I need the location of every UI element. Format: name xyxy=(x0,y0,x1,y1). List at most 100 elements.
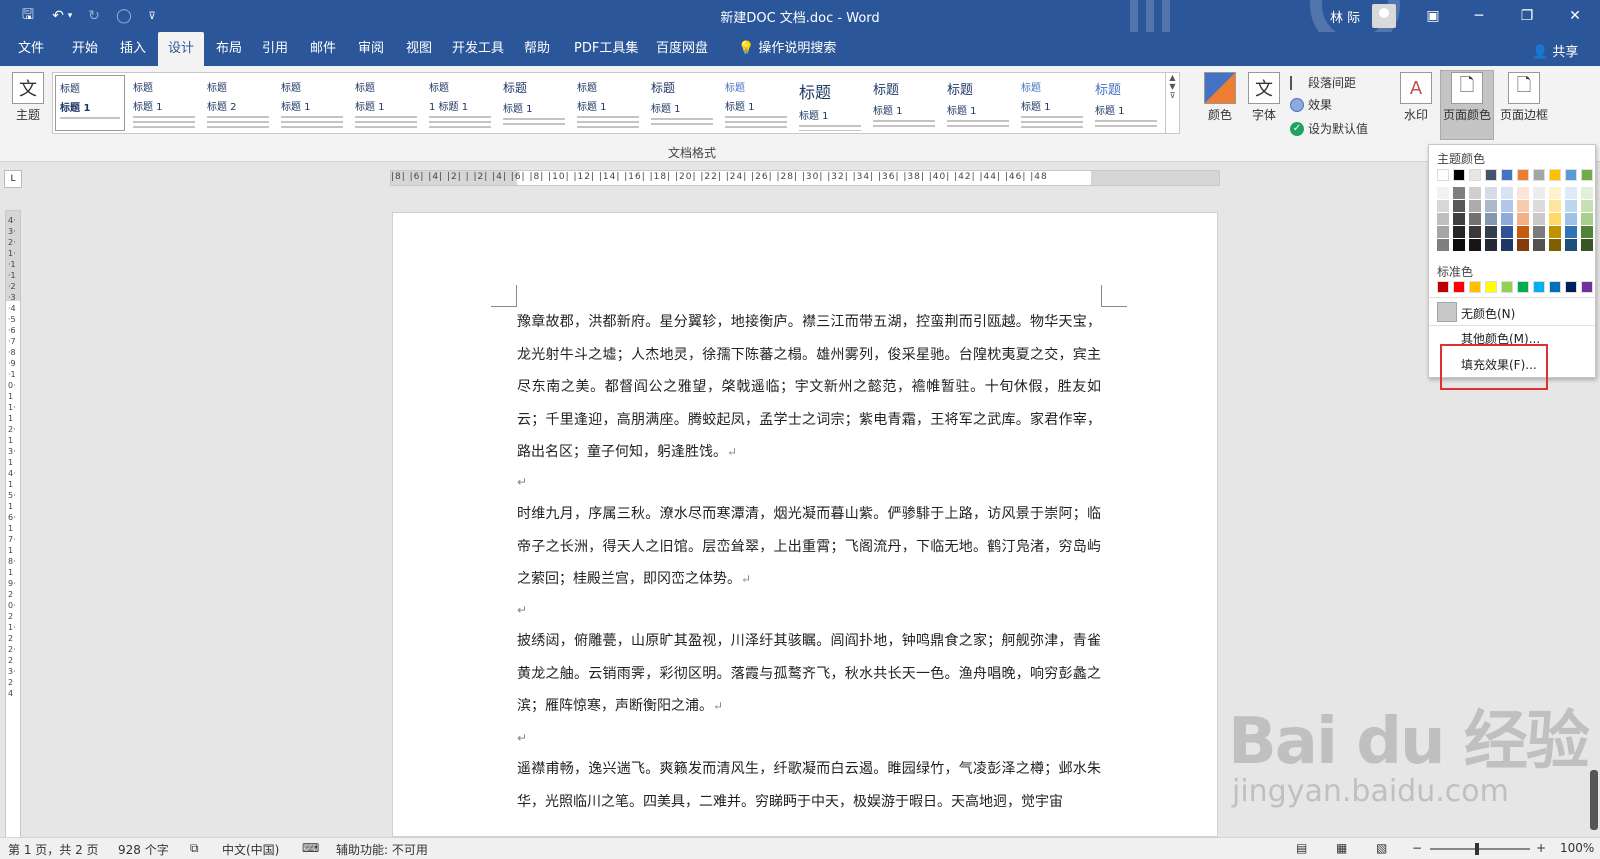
theme-shade-swatch[interactable] xyxy=(1533,200,1545,212)
theme-shade-swatch[interactable] xyxy=(1517,187,1529,199)
user-name[interactable]: 林 际 xyxy=(1330,7,1360,26)
vertical-ruler[interactable]: 4·3·2·1··1·1·2·3·4·5·6·7·8·9·10·11·12·13… xyxy=(5,210,21,840)
accessibility-status[interactable]: 辅助功能: 不可用 xyxy=(336,841,428,858)
tab-pdf-tools[interactable]: PDF工具集 xyxy=(564,32,648,66)
theme-shade-swatch[interactable] xyxy=(1437,226,1449,238)
paragraph[interactable]: 时维九月，序属三秋。潦水尽而寒潭清，烟光凝而暮山紫。俨骖騑于上路，访风景于崇阿；… xyxy=(517,498,1101,596)
tab-view[interactable]: 视图 xyxy=(396,32,442,66)
tab-layout[interactable]: 布局 xyxy=(206,32,252,66)
theme-shade-swatch[interactable] xyxy=(1437,187,1449,199)
minimize-icon[interactable]: ─ xyxy=(1456,0,1502,32)
horizontal-ruler[interactable]: |8| |6| |4| |2| | |2| |4| |6| |8| |10| |… xyxy=(390,170,1220,186)
colors-button[interactable]: 颜色 xyxy=(1204,72,1236,123)
theme-shade-swatch[interactable] xyxy=(1485,213,1497,225)
share-button[interactable]: 👤 共享 xyxy=(1532,41,1578,60)
web-layout-icon[interactable]: ▧ xyxy=(1376,841,1387,855)
theme-shade-swatch[interactable] xyxy=(1565,200,1577,212)
style-set-item[interactable]: 标题 标题 2 xyxy=(203,75,273,131)
tell-me-search[interactable]: 💡 操作说明搜索 xyxy=(728,32,846,66)
standard-color-swatch[interactable] xyxy=(1485,281,1497,293)
effects-button[interactable]: 效果 xyxy=(1290,96,1332,113)
theme-shade-swatch[interactable] xyxy=(1453,226,1465,238)
theme-shade-swatch[interactable] xyxy=(1453,239,1465,251)
watermark-button[interactable]: A 水印 xyxy=(1400,72,1432,123)
language-indicator[interactable]: 中文(中国) xyxy=(222,841,279,858)
theme-shade-swatch[interactable] xyxy=(1549,213,1561,225)
theme-shade-swatch[interactable] xyxy=(1501,200,1513,212)
theme-shade-swatch[interactable] xyxy=(1485,187,1497,199)
tab-developer[interactable]: 开发工具 xyxy=(442,32,514,66)
tab-insert[interactable]: 插入 xyxy=(110,32,156,66)
theme-shade-swatch[interactable] xyxy=(1517,226,1529,238)
theme-shade-swatch[interactable] xyxy=(1565,187,1577,199)
zoom-in-button[interactable]: + xyxy=(1536,841,1546,855)
standard-color-swatch[interactable] xyxy=(1501,281,1513,293)
theme-shade-swatch[interactable] xyxy=(1565,226,1577,238)
tab-mailings[interactable]: 邮件 xyxy=(300,32,346,66)
theme-shade-swatch[interactable] xyxy=(1581,226,1593,238)
theme-shade-swatch[interactable] xyxy=(1549,239,1561,251)
theme-color-swatch[interactable] xyxy=(1501,169,1513,181)
style-set-item[interactable]: 标题 标题 1 xyxy=(351,75,421,131)
theme-shade-swatch[interactable] xyxy=(1501,187,1513,199)
theme-color-swatch[interactable] xyxy=(1581,169,1593,181)
theme-shade-swatch[interactable] xyxy=(1437,239,1449,251)
theme-color-swatch[interactable] xyxy=(1533,169,1545,181)
tab-baidu-netdisk[interactable]: 百度网盘 xyxy=(646,32,718,66)
standard-color-swatch[interactable] xyxy=(1581,281,1593,293)
theme-shade-swatch[interactable] xyxy=(1501,213,1513,225)
paragraph[interactable]: 披绣闼，俯雕甍，山原旷其盈视，川泽纡其骇瞩。闾阎扑地，钟鸣鼎食之家；舸舰弥津，青… xyxy=(517,625,1101,723)
tab-review[interactable]: 审阅 xyxy=(348,32,394,66)
tab-help[interactable]: 帮助 xyxy=(514,32,560,66)
page-color-content[interactable]: 🗋 页面颜色 xyxy=(1441,72,1493,123)
restore-icon[interactable]: ❐ xyxy=(1504,0,1550,32)
theme-color-swatch[interactable] xyxy=(1565,169,1577,181)
proofing-icon[interactable]: ⧉ xyxy=(190,841,199,856)
theme-shade-swatch[interactable] xyxy=(1581,200,1593,212)
standard-color-swatch[interactable] xyxy=(1437,281,1449,293)
paragraph[interactable]: 遥襟甫畅，逸兴遄飞。爽籁发而清风生，纤歌凝而白云遏。睢园绿竹，气凌彭泽之樽；邺水… xyxy=(517,753,1101,837)
style-set-item[interactable]: 标题 标题 1 xyxy=(795,75,865,131)
page-borders-button[interactable]: 🗋 页面边框 xyxy=(1496,72,1552,123)
style-set-item[interactable]: 标题 1 标题 1 xyxy=(425,75,495,131)
word-count[interactable]: 928 个字 xyxy=(118,841,169,858)
theme-shade-swatch[interactable] xyxy=(1469,187,1481,199)
standard-color-swatch[interactable] xyxy=(1469,281,1481,293)
theme-shade-swatch[interactable] xyxy=(1517,213,1529,225)
style-set-item[interactable]: 标题 标题 1 xyxy=(55,75,125,131)
style-set-item[interactable]: 标题 标题 1 xyxy=(499,75,569,131)
page-count[interactable]: 第 1 页，共 2 页 xyxy=(8,841,99,858)
theme-color-swatch[interactable] xyxy=(1437,169,1449,181)
read-mode-icon[interactable]: ▤ xyxy=(1296,841,1307,855)
theme-shade-swatch[interactable] xyxy=(1565,213,1577,225)
theme-shade-swatch[interactable] xyxy=(1533,213,1545,225)
theme-shade-swatch[interactable] xyxy=(1469,226,1481,238)
theme-shade-swatch[interactable] xyxy=(1485,200,1497,212)
theme-shade-swatch[interactable] xyxy=(1517,239,1529,251)
tab-references[interactable]: 引用 xyxy=(252,32,298,66)
style-set-item[interactable]: 标题 标题 1 xyxy=(1091,75,1161,131)
avatar[interactable] xyxy=(1372,4,1396,28)
tab-selector[interactable]: L xyxy=(4,170,22,188)
theme-shade-swatch[interactable] xyxy=(1453,213,1465,225)
tab-home[interactable]: 开始 xyxy=(62,32,108,66)
theme-shade-swatch[interactable] xyxy=(1437,213,1449,225)
document-page[interactable]: 豫章故郡，洪都新府。星分翼轸，地接衡庐。襟三江而带五湖，控蛮荆而引瓯越。物华天宝… xyxy=(392,212,1218,837)
standard-color-swatch[interactable] xyxy=(1453,281,1465,293)
theme-shade-swatch[interactable] xyxy=(1469,200,1481,212)
theme-shade-swatch[interactable] xyxy=(1501,239,1513,251)
theme-shade-swatch[interactable] xyxy=(1437,200,1449,212)
style-set-item[interactable]: 标题 标题 1 xyxy=(573,75,643,131)
fonts-button[interactable]: 文 字体 xyxy=(1248,72,1280,123)
theme-shade-swatch[interactable] xyxy=(1549,187,1561,199)
theme-shade-swatch[interactable] xyxy=(1565,239,1577,251)
theme-shade-swatch[interactable] xyxy=(1469,239,1481,251)
style-set-item[interactable]: 标题 标题 1 xyxy=(1017,75,1087,131)
standard-color-swatch[interactable] xyxy=(1517,281,1529,293)
theme-shade-swatch[interactable] xyxy=(1533,226,1545,238)
zoom-out-button[interactable]: − xyxy=(1412,841,1422,855)
paragraph-spacing-button[interactable]: 段落间距 xyxy=(1290,74,1356,91)
theme-shade-swatch[interactable] xyxy=(1485,226,1497,238)
theme-color-swatch[interactable] xyxy=(1453,169,1465,181)
style-set-item[interactable]: 标题 标题 1 xyxy=(943,75,1013,131)
